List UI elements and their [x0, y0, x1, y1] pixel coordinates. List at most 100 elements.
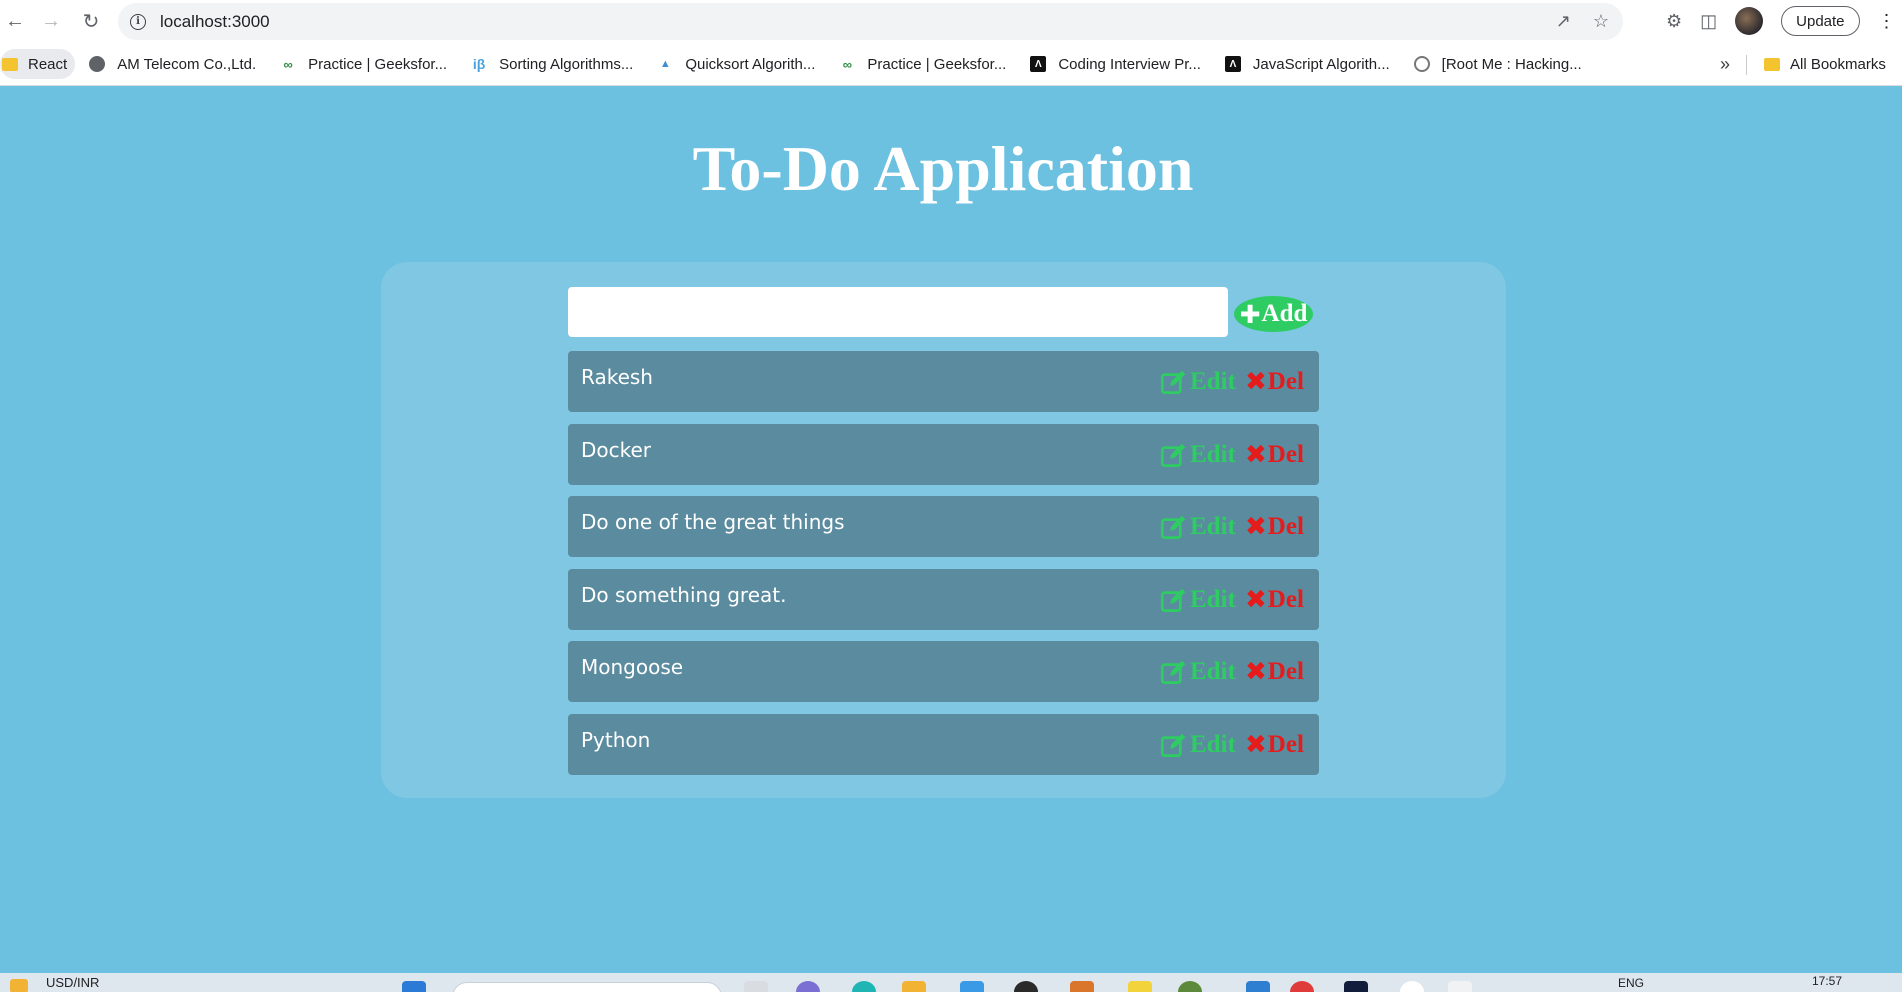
add-button[interactable]: ✚ Add [1234, 296, 1313, 332]
edit-label: Edit [1190, 368, 1236, 395]
delete-button[interactable]: ✖ Del [1245, 658, 1304, 686]
app-icon[interactable] [1014, 981, 1038, 992]
chart-icon: ▲ [659, 58, 671, 70]
side-panel-icon[interactable]: ◫ [1700, 11, 1717, 32]
edit-label: Edit [1190, 731, 1236, 758]
edit-label: Edit [1190, 586, 1236, 613]
todo-input[interactable] [568, 287, 1228, 337]
app-icon[interactable] [1344, 981, 1368, 992]
algoexpert-icon: Λ [1030, 56, 1047, 72]
app-icon[interactable] [744, 981, 768, 992]
bookmark-label: AM Telecom Co.,Ltd. [117, 55, 257, 73]
edit-button[interactable]: Edit [1160, 368, 1236, 396]
todo-item-text: Do one of the great things [581, 510, 845, 534]
start-icon[interactable] [402, 981, 426, 992]
edit-icon [1160, 733, 1186, 757]
edit-icon [1160, 370, 1186, 394]
page-title: To-Do Application [692, 133, 1194, 204]
bookmark-quicksort[interactable]: ▲ Quicksort Algorith... [649, 49, 823, 79]
bookmark-label: Quicksort Algorith... [685, 55, 816, 73]
bookmark-root-me[interactable]: [Root Me : Hacking... [1406, 49, 1590, 79]
app-icon[interactable] [960, 981, 984, 992]
bookmark-coding-interview[interactable]: Λ Coding Interview Pr... [1022, 49, 1209, 79]
rootme-icon [1413, 56, 1430, 72]
delete-button[interactable]: ✖ Del [1245, 731, 1304, 759]
update-button[interactable]: Update [1781, 6, 1860, 36]
bookmark-geeksforgeeks-1[interactable]: ∞ Practice | Geeksfor... [272, 49, 455, 79]
address-bar[interactable]: i localhost:3000 ↗ ☆ [118, 3, 1623, 40]
ticker-text[interactable]: USD/INR [46, 975, 99, 990]
delete-button[interactable]: ✖ Del [1245, 586, 1304, 614]
site-info-icon[interactable]: i [130, 13, 146, 30]
bookmark-javascript-algorithms[interactable]: Λ JavaScript Algorith... [1217, 49, 1398, 79]
bookmarks-overflow-chevron[interactable]: » [1720, 43, 1730, 86]
app-icon[interactable] [1178, 981, 1202, 992]
todo-item: Docker Edit ✖ Del [568, 424, 1319, 485]
delete-button[interactable]: ✖ Del [1245, 513, 1304, 541]
app-icon[interactable] [1448, 981, 1472, 992]
todo-item-text: Python [581, 728, 651, 752]
app-icon[interactable] [1070, 981, 1094, 992]
bookmark-label: Coding Interview Pr... [1058, 55, 1201, 73]
interviewbit-icon: iβ [472, 56, 486, 72]
language-indicator[interactable]: ENG [1618, 976, 1644, 990]
clock[interactable]: 17:57 [1812, 974, 1842, 988]
edit-button[interactable]: Edit [1160, 586, 1236, 614]
share-icon[interactable]: ↗ [1556, 11, 1571, 32]
delete-button[interactable]: ✖ Del [1245, 441, 1304, 469]
bookmark-star-icon[interactable]: ☆ [1593, 11, 1609, 32]
forward-arrow-icon[interactable]: → [36, 7, 66, 37]
add-label: Add [1261, 300, 1308, 327]
url-text[interactable]: localhost:3000 [160, 12, 270, 32]
globe-icon [89, 56, 106, 72]
back-arrow-icon[interactable]: ← [0, 7, 30, 37]
todo-item: Do something great. Edit ✖ Del [568, 569, 1319, 630]
weather-widget-icon[interactable] [10, 979, 28, 992]
app-icon[interactable] [852, 981, 876, 992]
edit-label: Edit [1190, 441, 1236, 468]
delete-label: Del [1267, 658, 1304, 685]
todo-item: Mongoose Edit ✖ Del [568, 641, 1319, 702]
app-icon[interactable] [1400, 981, 1424, 992]
x-icon: ✖ [1245, 585, 1267, 615]
bookmark-label: Sorting Algorithms... [499, 55, 634, 73]
edit-button[interactable]: Edit [1160, 658, 1236, 686]
todo-item-text: Rakesh [581, 365, 653, 389]
taskbar: USD/INR ENG 17:57 [0, 973, 1902, 992]
app-icon[interactable] [796, 981, 820, 992]
x-icon: ✖ [1245, 512, 1267, 542]
taskbar-search[interactable] [452, 982, 722, 992]
bookmark-label: React [28, 55, 68, 73]
reload-icon[interactable]: ↻ [76, 7, 106, 37]
app-icon[interactable] [902, 981, 926, 992]
edit-label: Edit [1190, 658, 1236, 685]
bookmark-label: Practice | Geeksfor... [308, 55, 448, 73]
edit-button[interactable]: Edit [1160, 731, 1236, 759]
x-icon: ✖ [1245, 367, 1267, 397]
app-icon[interactable] [1128, 981, 1152, 992]
x-icon: ✖ [1245, 657, 1267, 687]
x-icon: ✖ [1245, 730, 1267, 760]
x-icon: ✖ [1245, 440, 1267, 470]
edit-icon [1160, 443, 1186, 467]
app-icon[interactable] [1246, 981, 1270, 992]
bookmark-label: Practice | Geeksfor... [867, 55, 1007, 73]
extensions-icon[interactable]: ⚙ [1666, 11, 1682, 32]
bookmark-label: JavaScript Algorith... [1252, 55, 1390, 73]
folder-icon [1764, 57, 1780, 71]
bookmark-react[interactable]: React [0, 49, 76, 79]
delete-label: Del [1267, 368, 1304, 395]
all-bookmarks[interactable]: All Bookmarks [1756, 49, 1894, 79]
delete-label: Del [1267, 441, 1304, 468]
browser-menu-icon[interactable]: ⋮ [1878, 11, 1896, 32]
delete-label: Del [1267, 586, 1304, 613]
bookmark-label: All Bookmarks [1790, 55, 1886, 73]
edit-button[interactable]: Edit [1160, 513, 1236, 541]
profile-avatar[interactable] [1735, 7, 1764, 35]
bookmark-am-telecom[interactable]: AM Telecom Co.,Ltd. [81, 49, 264, 79]
edit-button[interactable]: Edit [1160, 441, 1236, 469]
delete-button[interactable]: ✖ Del [1245, 368, 1304, 396]
bookmark-geeksforgeeks-2[interactable]: ∞ Practice | Geeksfor... [831, 49, 1014, 79]
app-icon[interactable] [1290, 981, 1314, 992]
bookmark-sorting-algorithms[interactable]: iβ Sorting Algorithms... [463, 49, 641, 79]
